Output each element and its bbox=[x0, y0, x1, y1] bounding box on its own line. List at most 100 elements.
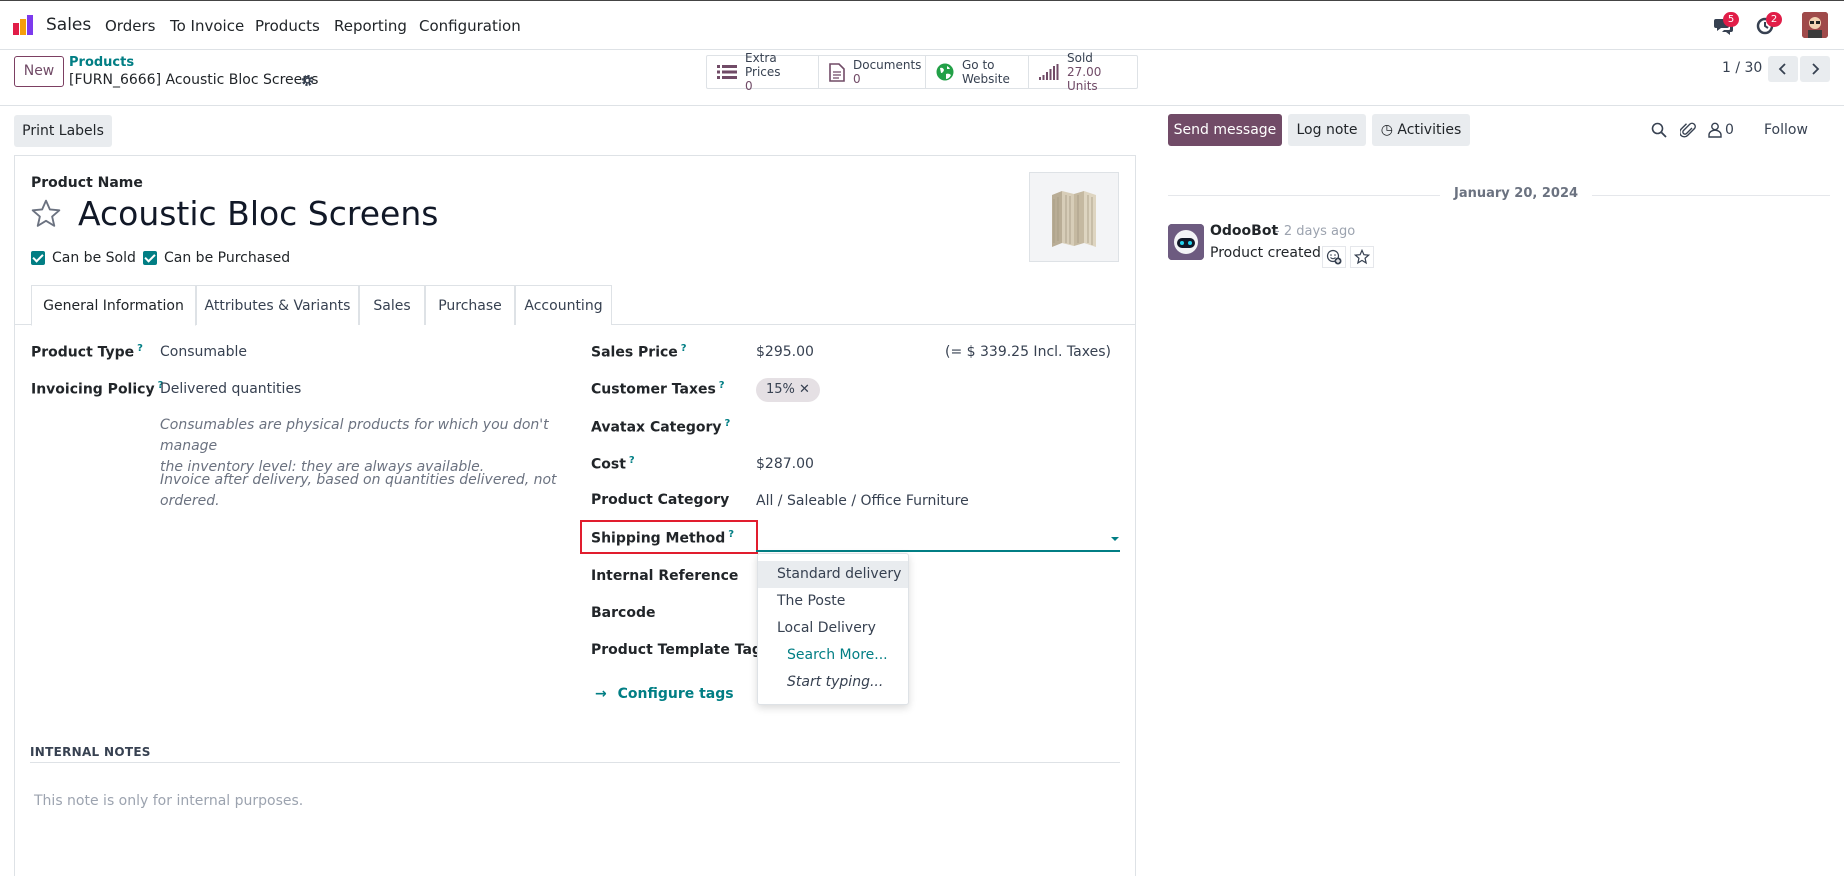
help-icon[interactable]: ? bbox=[137, 343, 143, 354]
start-typing-hint: Start typing... bbox=[787, 674, 884, 690]
extra-prices-label: Extra Prices bbox=[745, 51, 781, 79]
pager-next-button[interactable] bbox=[1800, 56, 1830, 82]
internal-notes-input[interactable]: This note is only for internal purposes. bbox=[34, 793, 303, 809]
tab-purchase[interactable]: Purchase bbox=[425, 285, 515, 325]
robot-avatar-icon bbox=[1168, 224, 1204, 260]
smart-buttons: Extra Prices 0 Documents 0 Go to Website So… bbox=[706, 51, 1138, 93]
send-message-button[interactable]: Send message bbox=[1168, 114, 1282, 146]
followers-user-icon[interactable] bbox=[1708, 122, 1722, 138]
shipping-method-label: Shipping Method? bbox=[591, 529, 735, 547]
dropdown-option[interactable]: The Poste bbox=[758, 588, 908, 615]
internal-reference-label: Internal Reference bbox=[591, 568, 739, 584]
invoicing-policy-select[interactable]: Delivered quantities bbox=[160, 381, 301, 397]
notes-divider bbox=[30, 762, 1120, 763]
can-be-purchased-checkbox[interactable] bbox=[143, 251, 157, 265]
odoobot-avatar[interactable] bbox=[1168, 224, 1204, 260]
add-reaction-icon bbox=[1326, 249, 1342, 265]
app-name[interactable]: Sales bbox=[46, 15, 91, 35]
app-logo-icon[interactable] bbox=[13, 15, 35, 35]
can-be-purchased-label: Can be Purchased bbox=[164, 250, 291, 266]
barcode-label: Barcode bbox=[591, 605, 656, 621]
cost-input[interactable]: $287.00 bbox=[756, 456, 814, 472]
follow-button[interactable]: Follow bbox=[1764, 122, 1808, 138]
paperclip-icon[interactable] bbox=[1680, 121, 1696, 139]
tab-attributes-variants[interactable]: Attributes & Variants bbox=[196, 285, 359, 325]
star-message-button[interactable] bbox=[1350, 246, 1374, 268]
dropdown-option[interactable]: Standard delivery bbox=[758, 561, 908, 588]
document-icon bbox=[829, 62, 845, 82]
messages-badge: 5 bbox=[1723, 12, 1739, 27]
tab-sales[interactable]: Sales bbox=[359, 285, 425, 325]
extra-prices-button[interactable]: Extra Prices 0 bbox=[707, 51, 819, 93]
notebook-tabs: General Information Attributes & Variant… bbox=[14, 285, 1136, 326]
message-author[interactable]: OdooBot bbox=[1210, 223, 1278, 239]
documents-label: Documents bbox=[853, 58, 922, 72]
shipping-method-dropdown: Standard delivery The Poste Local Delive… bbox=[757, 553, 909, 705]
sold-label: Sold bbox=[1067, 51, 1093, 65]
clock-icon: ◷ bbox=[1380, 122, 1393, 138]
message-body: Product created bbox=[1210, 245, 1321, 261]
caret-down-icon[interactable] bbox=[1110, 536, 1120, 542]
tab-accounting[interactable]: Accounting bbox=[515, 285, 612, 325]
sales-price-input[interactable]: $295.00 bbox=[756, 344, 814, 360]
activities-button[interactable]: ◷ Activities bbox=[1372, 114, 1470, 146]
help-icon[interactable]: ? bbox=[725, 418, 731, 429]
internal-notes-heading: INTERNAL NOTES bbox=[30, 745, 151, 759]
pager-value[interactable]: 1 / 30 bbox=[1722, 60, 1762, 76]
menu-orders[interactable]: Orders bbox=[105, 17, 155, 35]
help-icon[interactable]: ? bbox=[629, 455, 635, 466]
product-name-input[interactable]: Acoustic Bloc Screens bbox=[78, 194, 438, 233]
gear-icon[interactable] bbox=[301, 74, 314, 87]
search-more-option[interactable]: Search More... bbox=[758, 642, 908, 669]
add-reaction-button[interactable] bbox=[1322, 246, 1346, 268]
product-image[interactable] bbox=[1029, 172, 1119, 262]
sales-price-label: Sales Price? bbox=[591, 343, 687, 361]
signal-bars-icon bbox=[1039, 64, 1059, 80]
product-type-help: Consumables are physical products for wh… bbox=[160, 417, 549, 475]
tab-general-information[interactable]: General Information bbox=[31, 285, 196, 326]
user-avatar[interactable] bbox=[1802, 12, 1828, 38]
chevron-left-icon bbox=[1778, 63, 1786, 75]
list-icon bbox=[717, 65, 737, 79]
user-avatar-icon bbox=[1802, 12, 1828, 38]
sold-button[interactable]: Sold 27.00 Units bbox=[1029, 51, 1137, 93]
incl-taxes-text: (= $ 339.25 Incl. Taxes) bbox=[945, 344, 1111, 360]
menu-configuration[interactable]: Configuration bbox=[419, 17, 521, 35]
website-label-2: Website bbox=[962, 72, 1010, 86]
invoicing-help: Invoice after delivery, based on quantit… bbox=[160, 472, 557, 509]
menu-products[interactable]: Products bbox=[255, 17, 320, 35]
globe-icon bbox=[936, 63, 954, 81]
product-category-select[interactable]: All / Saleable / Office Furniture bbox=[756, 493, 969, 509]
arrow-right-icon: → bbox=[595, 686, 607, 702]
tax-tag[interactable]: 15% ✕ bbox=[756, 378, 820, 402]
documents-button[interactable]: Documents 0 bbox=[819, 56, 926, 88]
search-icon[interactable] bbox=[1651, 122, 1667, 138]
menu-reporting[interactable]: Reporting bbox=[334, 17, 407, 35]
dropdown-option[interactable]: Local Delivery bbox=[758, 615, 908, 642]
can-be-sold-checkbox[interactable] bbox=[31, 251, 45, 265]
avatax-category-label: Avatax Category? bbox=[591, 418, 731, 436]
message-time: - 2 days ago bbox=[1275, 224, 1356, 239]
pager-previous-button[interactable] bbox=[1768, 56, 1798, 82]
message-date: January 20, 2024 bbox=[1440, 186, 1593, 201]
product-type-select[interactable]: Consumable bbox=[160, 344, 247, 360]
new-button[interactable]: New bbox=[14, 56, 64, 87]
screen-image-icon bbox=[1030, 173, 1118, 261]
help-icon[interactable]: ? bbox=[681, 343, 687, 354]
log-note-button[interactable]: Log note bbox=[1288, 114, 1366, 146]
help-icon[interactable]: ? bbox=[728, 529, 734, 540]
shipping-method-input[interactable] bbox=[756, 550, 1120, 552]
tag-remove-icon[interactable]: ✕ bbox=[799, 382, 810, 397]
print-labels-button[interactable]: Print Labels bbox=[14, 115, 112, 147]
top-navbar: Sales Orders To Invoice Products Reporti… bbox=[0, 0, 1844, 50]
configure-tags-link[interactable]: → Configure tags bbox=[595, 686, 734, 702]
product-name-label: Product Name bbox=[31, 175, 143, 191]
breadcrumb-products[interactable]: Products bbox=[69, 55, 134, 70]
followers-count[interactable]: 0 bbox=[1725, 122, 1734, 138]
extra-prices-value: 0 bbox=[745, 79, 753, 93]
go-to-website-button[interactable]: Go to Website bbox=[926, 56, 1029, 88]
favorite-star-icon[interactable] bbox=[30, 198, 62, 230]
help-icon[interactable]: ? bbox=[719, 380, 725, 391]
can-be-sold-label: Can be Sold bbox=[52, 250, 136, 266]
menu-to-invoice[interactable]: To Invoice bbox=[170, 17, 244, 35]
